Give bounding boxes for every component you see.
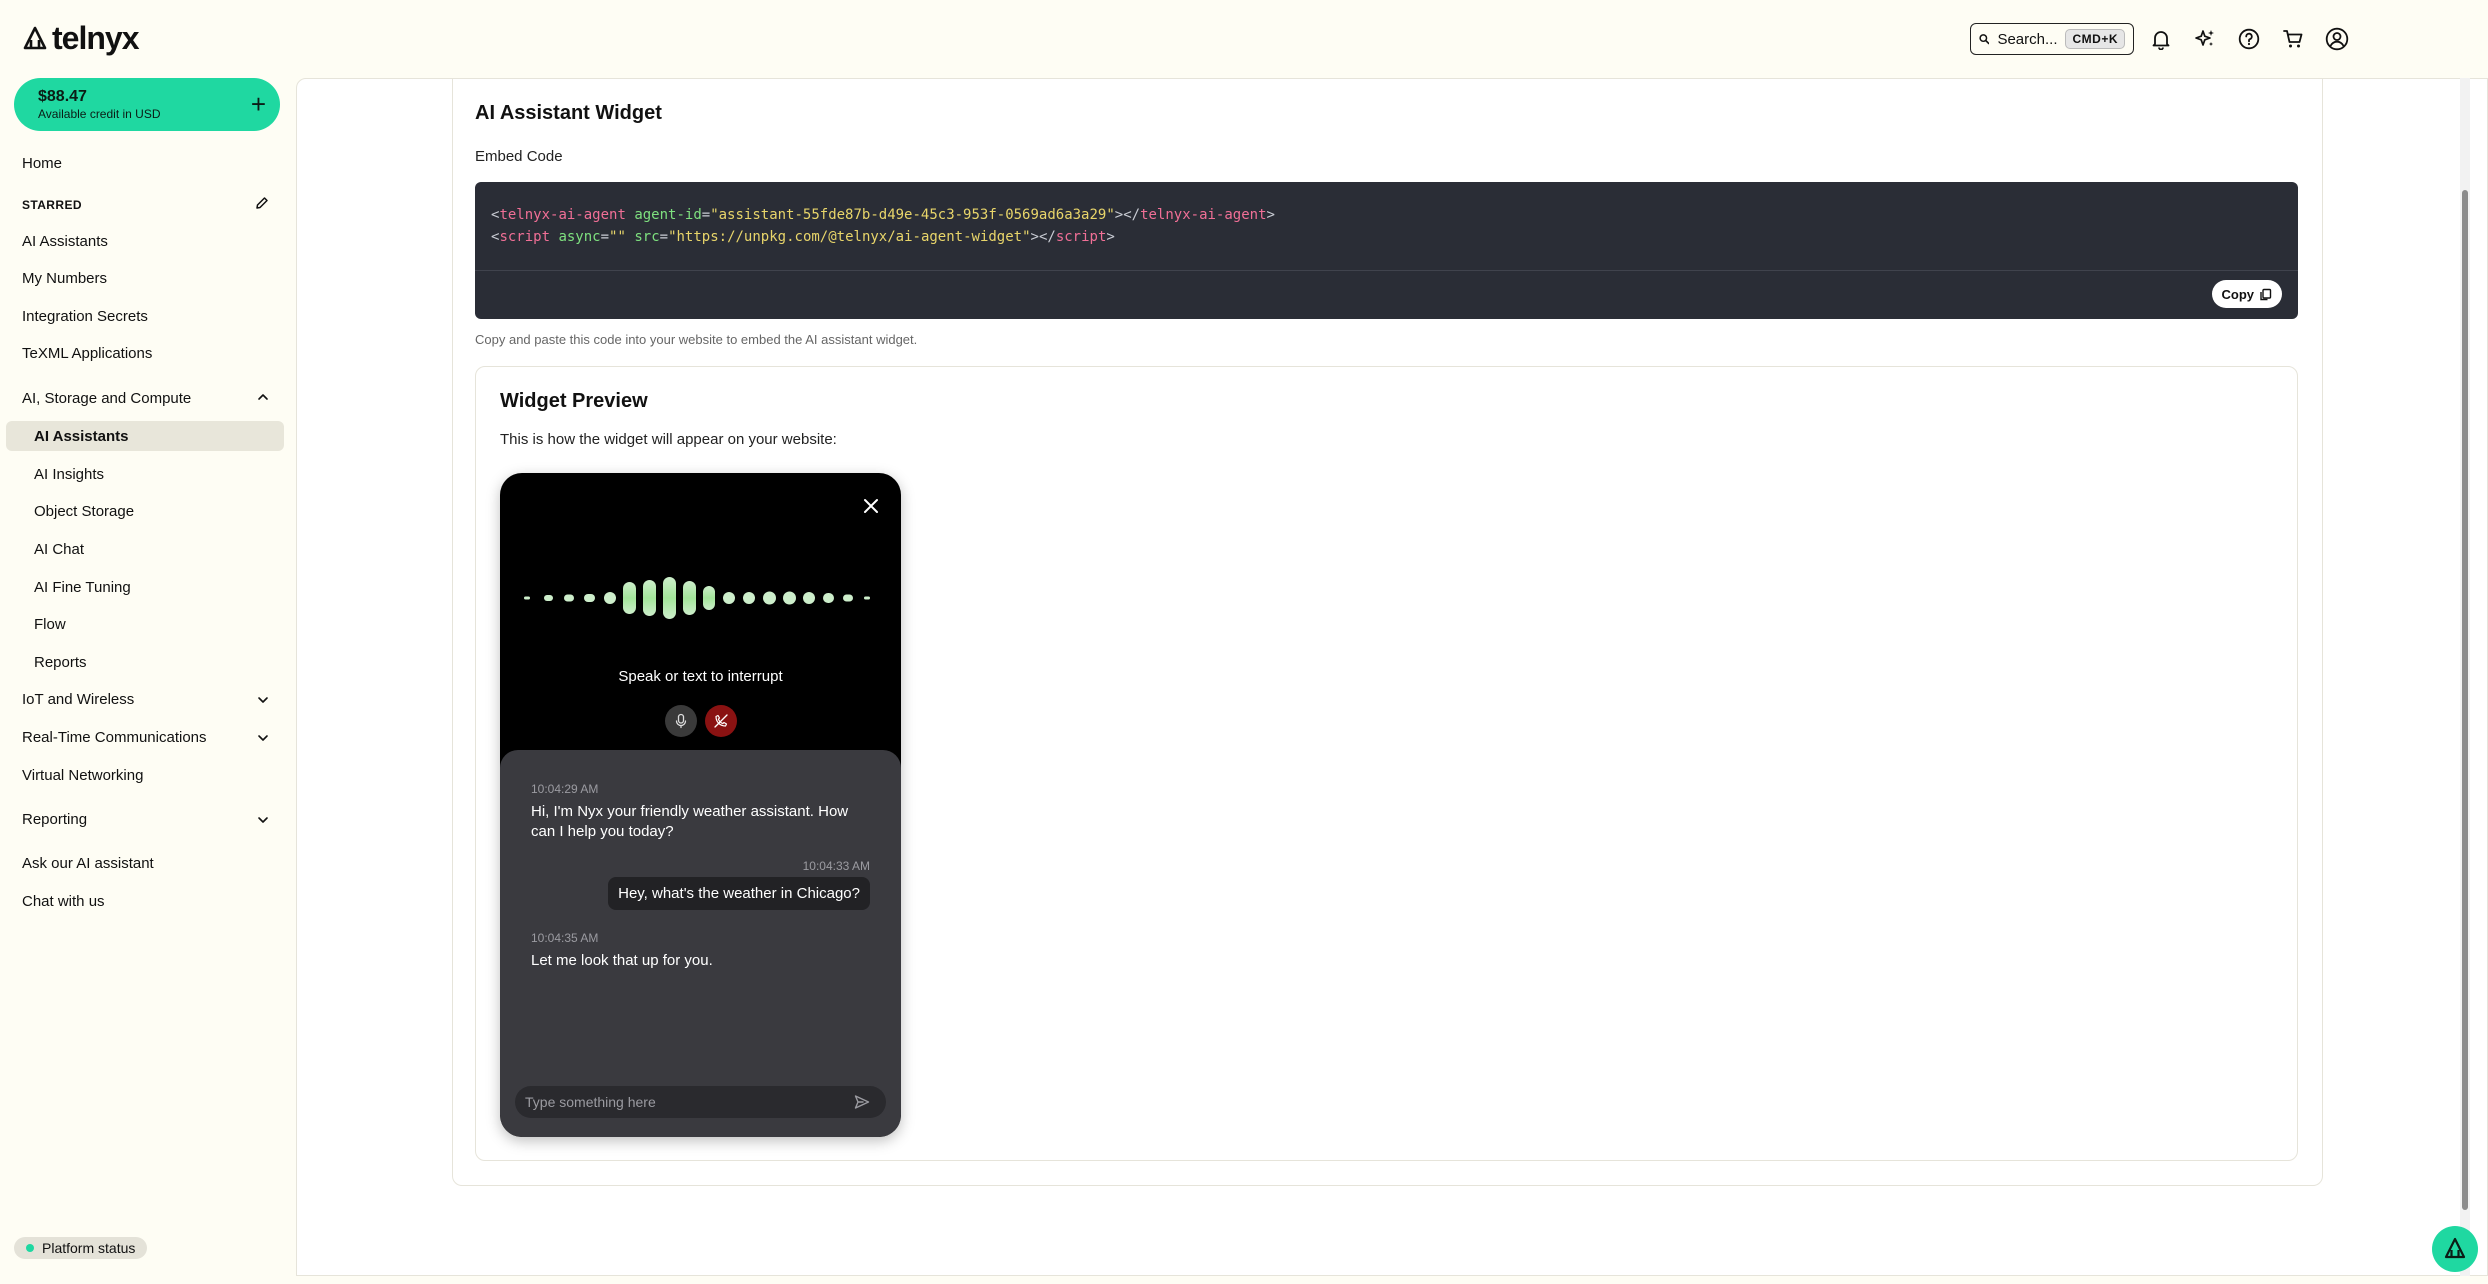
sidebar-starred-ai-assistants[interactable]: AI Assistants bbox=[22, 233, 108, 250]
widget-chat-panel: 10:04:29 AM Hi, I'm Nyx your friendly we… bbox=[500, 750, 901, 1137]
copy-button[interactable]: Copy bbox=[2211, 280, 2282, 308]
sidebar-item-ai-insights[interactable]: AI Insights bbox=[34, 466, 104, 483]
sidebar-starred-texml-applications[interactable]: TeXML Applications bbox=[22, 345, 152, 362]
support-chat-button[interactable] bbox=[2432, 1226, 2478, 1272]
assistant-message: Hi, I'm Nyx your friendly weather assist… bbox=[531, 803, 849, 840]
starred-heading: STARRED bbox=[22, 198, 82, 212]
edit-pencil-icon[interactable] bbox=[255, 196, 269, 210]
code-divider bbox=[475, 270, 2298, 271]
sidebar-section-iot-wireless[interactable]: IoT and Wireless bbox=[22, 691, 134, 708]
phone-off-icon bbox=[714, 714, 728, 728]
microphone-icon bbox=[675, 713, 687, 729]
help-button[interactable] bbox=[2236, 26, 2262, 52]
code-lines: <telnyx-ai-agent agent-id="assistant-55f… bbox=[491, 204, 1275, 248]
telnyx-logo-icon bbox=[23, 26, 47, 49]
code-tag: script bbox=[1055, 229, 1107, 245]
cart-button[interactable] bbox=[2280, 26, 2306, 52]
copy-icon bbox=[2260, 288, 2272, 300]
ai-sparkle-button[interactable] bbox=[2192, 26, 2218, 52]
sidebar-item-flow[interactable]: Flow bbox=[34, 616, 66, 633]
code-tag: script bbox=[499, 229, 551, 245]
sidebar-section-real-time-communications[interactable]: Real-Time Communications bbox=[22, 729, 207, 746]
close-icon[interactable] bbox=[860, 495, 882, 517]
message-timestamp: 10:04:33 AM bbox=[802, 859, 870, 873]
notifications-button[interactable] bbox=[2148, 26, 2174, 52]
sidebar-item-home[interactable]: Home bbox=[22, 155, 62, 172]
message-timestamp: 10:04:35 AM bbox=[531, 931, 599, 945]
widget-message-input[interactable] bbox=[515, 1086, 886, 1118]
code-attr: src bbox=[634, 229, 660, 245]
code-attr: async bbox=[558, 229, 601, 245]
cart-icon bbox=[2283, 30, 2303, 48]
end-call-button[interactable] bbox=[705, 705, 737, 737]
widget-preview-description: This is how the widget will appear on yo… bbox=[500, 431, 837, 448]
telnyx-logo[interactable]: telnyx bbox=[22, 20, 139, 57]
sidebar-item-chat-with-us[interactable]: Chat with us bbox=[22, 893, 105, 910]
chevron-down-icon[interactable] bbox=[256, 813, 270, 827]
search-label: Search... bbox=[1997, 30, 2058, 48]
code-line-2: <script async="" src="https://unpkg.com/… bbox=[491, 229, 1115, 245]
widget-preview-title: Widget Preview bbox=[500, 390, 648, 412]
main-scrollbar-thumb[interactable] bbox=[2462, 190, 2468, 1210]
search-shortcut: CMD+K bbox=[2065, 29, 2125, 49]
user-icon bbox=[2325, 27, 2349, 51]
sidebar-item-virtual-networking[interactable]: Virtual Networking bbox=[22, 767, 143, 784]
send-icon[interactable] bbox=[853, 1093, 871, 1111]
chevron-down-icon[interactable] bbox=[256, 731, 270, 745]
message-timestamp: 10:04:29 AM bbox=[531, 782, 599, 796]
platform-status-label: Platform status bbox=[42, 1240, 136, 1256]
mute-mic-button[interactable] bbox=[665, 705, 697, 737]
telnyx-chat-icon bbox=[2444, 1237, 2466, 1259]
sidebar-starred-my-numbers[interactable]: My Numbers bbox=[22, 270, 107, 287]
copy-label: Copy bbox=[2221, 286, 2255, 302]
add-credit-plus-icon[interactable]: + bbox=[251, 91, 266, 117]
code-value: "https://unpkg.com/@telnyx/ai-agent-widg… bbox=[668, 229, 1031, 245]
code-value: "" bbox=[609, 229, 626, 245]
bell-icon bbox=[2152, 31, 2170, 50]
chevron-down-icon[interactable] bbox=[256, 693, 270, 707]
sidebar-section-reporting[interactable]: Reporting bbox=[22, 811, 87, 828]
logo-text: telnyx bbox=[52, 20, 139, 56]
sidebar-starred-integration-secrets[interactable]: Integration Secrets bbox=[22, 308, 148, 325]
assistant-message: Let me look that up for you. bbox=[531, 952, 713, 969]
help-icon bbox=[2238, 28, 2260, 50]
sidebar-item-ai-fine-tuning[interactable]: AI Fine Tuning bbox=[34, 579, 131, 596]
search-icon bbox=[1979, 34, 1990, 45]
chevron-up-icon[interactable] bbox=[256, 390, 270, 404]
audio-waveform bbox=[524, 577, 870, 619]
embed-code-block[interactable]: <telnyx-ai-agent agent-id="assistant-55f… bbox=[475, 182, 2298, 319]
credit-label: Available credit in USD bbox=[38, 107, 161, 121]
platform-status-badge[interactable]: Platform status bbox=[14, 1237, 148, 1259]
top-header: telnyx Search... CMD+K bbox=[0, 0, 2488, 78]
code-value: "assistant-55fde87b-d49e-45c3-953f-0569a… bbox=[710, 207, 1115, 223]
code-attr: agent-id bbox=[634, 207, 702, 223]
embed-helper-text: Copy and paste this code into your websi… bbox=[475, 332, 918, 347]
account-button[interactable] bbox=[2324, 26, 2350, 52]
sidebar-item-reports[interactable]: Reports bbox=[34, 654, 87, 671]
sidebar-item-ask-ai-assistant[interactable]: Ask our AI assistant bbox=[22, 855, 154, 872]
code-tag: telnyx-ai-agent bbox=[1140, 207, 1267, 223]
embed-code-label: Embed Code bbox=[475, 148, 563, 165]
ai-agent-widget: Speak or text to interrupt 10:04:29 AM H… bbox=[500, 473, 901, 1137]
sidebar-item-object-storage[interactable]: Object Storage bbox=[34, 503, 134, 520]
code-line-1: <telnyx-ai-agent agent-id="assistant-55f… bbox=[491, 207, 1275, 223]
page-title: AI Assistant Widget bbox=[475, 102, 662, 124]
code-tag: telnyx-ai-agent bbox=[499, 207, 626, 223]
sidebar-item-ai-chat[interactable]: AI Chat bbox=[34, 541, 84, 558]
sparkle-icon bbox=[2195, 30, 2214, 46]
credit-balance-card[interactable]: $88.47 Available credit in USD + bbox=[14, 78, 280, 131]
user-message: Hey, what's the weather in Chicago? bbox=[608, 877, 870, 910]
sidebar-section-ai-storage-compute[interactable]: AI, Storage and Compute bbox=[22, 390, 191, 407]
search-button[interactable]: Search... CMD+K bbox=[1970, 23, 2134, 55]
widget-prompt: Speak or text to interrupt bbox=[618, 668, 783, 685]
status-dot bbox=[26, 1244, 34, 1252]
sidebar-item-ai-assistants[interactable]: AI Assistants bbox=[34, 428, 128, 445]
credit-amount: $88.47 bbox=[38, 88, 87, 105]
